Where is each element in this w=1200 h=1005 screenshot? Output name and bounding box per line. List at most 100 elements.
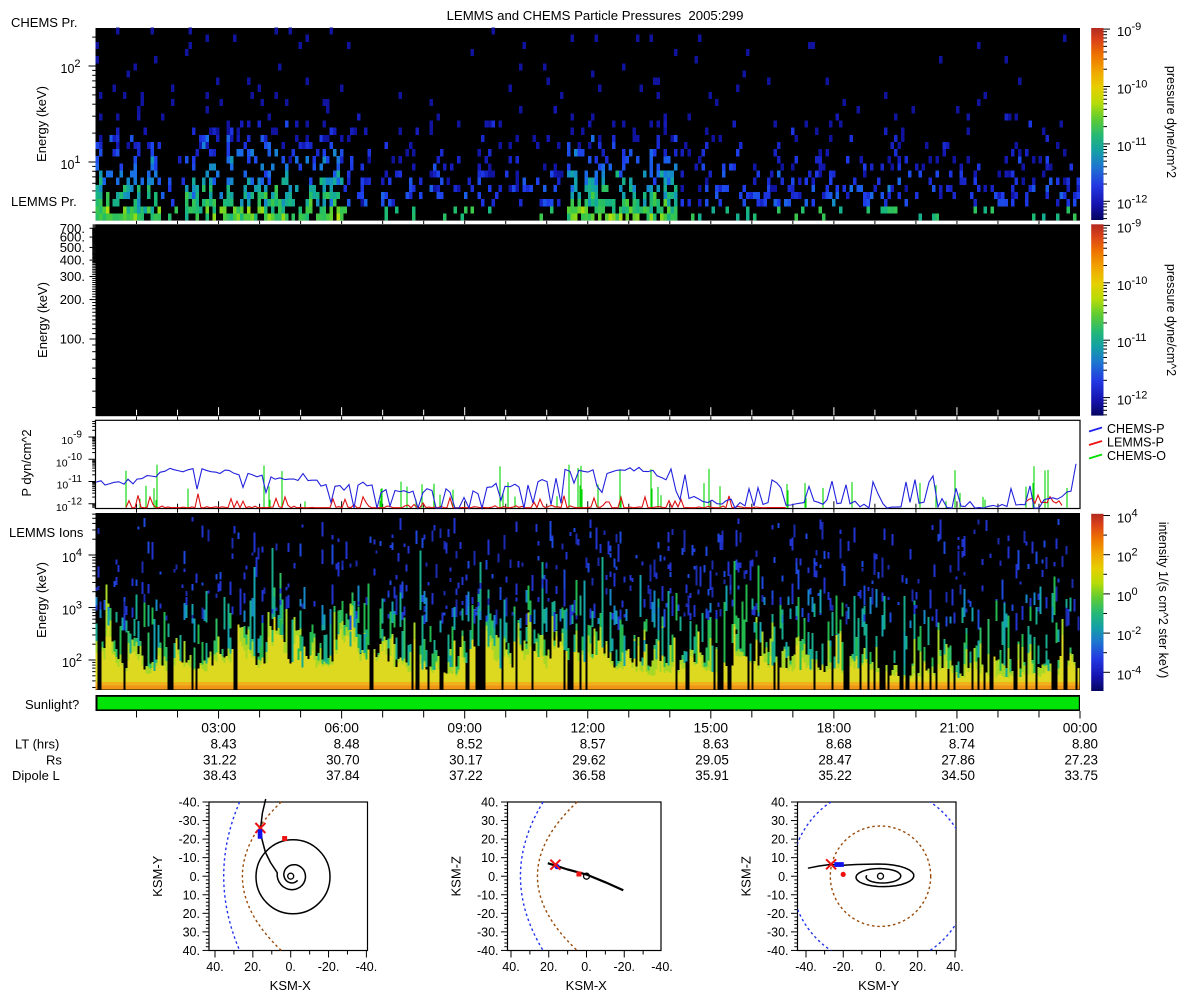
svg-text:-20.: -20. — [477, 907, 499, 921]
svg-text:0.: 0. — [488, 870, 498, 884]
svg-text:0.: 0. — [581, 960, 591, 974]
svg-text:CHEMS Pr.: CHEMS Pr. — [11, 15, 77, 30]
svg-text:0.: 0. — [190, 870, 200, 884]
svg-text:8.43: 8.43 — [210, 737, 236, 752]
svg-text:00:00: 00:00 — [1063, 721, 1098, 736]
svg-text:06:00: 06:00 — [324, 721, 359, 736]
svg-text:Rs: Rs — [46, 753, 62, 768]
svg-text:20.: 20. — [244, 960, 261, 974]
svg-text:10.: 10. — [183, 888, 200, 902]
svg-text:pressure dyne/cm^2: pressure dyne/cm^2 — [1164, 66, 1178, 178]
svg-text:34.50: 34.50 — [941, 768, 975, 783]
svg-text:-20.: -20. — [178, 833, 200, 847]
svg-text:18:00: 18:00 — [817, 721, 852, 736]
svg-text:27.23: 27.23 — [1064, 753, 1098, 768]
svg-text:35.91: 35.91 — [695, 768, 729, 783]
svg-text:-30.: -30. — [767, 925, 789, 939]
svg-text:20.: 20. — [540, 960, 557, 974]
svg-text:21:00: 21:00 — [940, 721, 975, 736]
svg-text:40.: 40. — [206, 960, 223, 974]
svg-text:LT (hrs): LT (hrs) — [15, 737, 59, 752]
svg-text:38.43: 38.43 — [203, 768, 237, 783]
svg-text:LEMMS Pr.: LEMMS Pr. — [11, 194, 77, 209]
svg-text:KSM-Y: KSM-Y — [150, 855, 165, 897]
svg-text:Energy (keV): Energy (keV) — [35, 282, 50, 358]
svg-text:KSM-X: KSM-X — [270, 978, 312, 993]
svg-text:300.: 300. — [60, 269, 85, 284]
svg-text:03:00: 03:00 — [201, 721, 236, 736]
svg-text:8.57: 8.57 — [580, 737, 606, 752]
svg-text:LEMMS-P: LEMMS-P — [1107, 436, 1164, 450]
svg-text:100.: 100. — [60, 332, 85, 347]
svg-text:20.: 20. — [481, 833, 498, 847]
svg-text:40.: 40. — [771, 796, 788, 810]
svg-text:-10.: -10. — [477, 888, 499, 902]
svg-text:36.58: 36.58 — [572, 768, 606, 783]
svg-text:30.17: 30.17 — [449, 753, 483, 768]
svg-text:10.: 10. — [771, 851, 788, 865]
svg-text:P dyn/cm^2: P dyn/cm^2 — [19, 429, 34, 496]
svg-text:8.63: 8.63 — [703, 737, 729, 752]
svg-text:-40.: -40. — [767, 944, 789, 958]
svg-text:-20.: -20. — [832, 960, 854, 974]
svg-text:CHEMS-P: CHEMS-P — [1107, 422, 1165, 436]
svg-text:20.: 20. — [771, 833, 788, 847]
svg-text:-40.: -40. — [178, 796, 200, 810]
svg-text:09:00: 09:00 — [447, 721, 482, 736]
svg-text:15:00: 15:00 — [694, 721, 729, 736]
svg-text:40.: 40. — [946, 960, 963, 974]
svg-text:-10.: -10. — [767, 888, 789, 902]
svg-text:LEMMS and CHEMS Particle Press: LEMMS and CHEMS Particle Pressures 2005:… — [447, 8, 744, 23]
svg-text:30.: 30. — [183, 925, 200, 939]
svg-text:28.47: 28.47 — [818, 753, 852, 768]
svg-text:8.68: 8.68 — [826, 737, 852, 752]
svg-text:Energy (keV): Energy (keV) — [34, 86, 49, 162]
svg-text:40.: 40. — [481, 796, 498, 810]
svg-text:37.84: 37.84 — [326, 768, 360, 783]
svg-text:8.48: 8.48 — [334, 737, 360, 752]
svg-text:0.: 0. — [285, 960, 295, 974]
svg-text:29.05: 29.05 — [695, 753, 729, 768]
svg-text:30.: 30. — [771, 814, 788, 828]
svg-text:-40.: -40. — [356, 960, 378, 974]
svg-text:200.: 200. — [60, 292, 85, 307]
svg-text:20.: 20. — [909, 960, 926, 974]
svg-text:40.: 40. — [502, 960, 519, 974]
svg-text:KSM-Z: KSM-Z — [449, 856, 464, 897]
svg-text:KSM-Z: KSM-Z — [739, 856, 754, 897]
svg-text:10.: 10. — [481, 851, 498, 865]
svg-text:-40.: -40. — [795, 960, 817, 974]
svg-text:KSM-X: KSM-X — [566, 978, 608, 993]
svg-text:8.52: 8.52 — [457, 737, 483, 752]
svg-text:35.22: 35.22 — [818, 768, 852, 783]
svg-text:-40.: -40. — [477, 944, 499, 958]
svg-text:31.22: 31.22 — [203, 753, 237, 768]
svg-text:20.: 20. — [183, 907, 200, 921]
svg-text:37.22: 37.22 — [449, 768, 483, 783]
svg-text:700.: 700. — [60, 221, 85, 236]
svg-text:12:00: 12:00 — [570, 721, 605, 736]
svg-text:33.75: 33.75 — [1064, 768, 1098, 783]
svg-text:Dipole L: Dipole L — [12, 768, 60, 783]
svg-text:8.80: 8.80 — [1072, 737, 1098, 752]
svg-text:-20.: -20. — [767, 907, 789, 921]
svg-text:Energy (keV): Energy (keV) — [34, 562, 49, 638]
svg-text:-20.: -20. — [318, 960, 340, 974]
svg-text:30.: 30. — [481, 814, 498, 828]
svg-text:LEMMS Ions: LEMMS Ions — [9, 525, 84, 540]
svg-text:-30.: -30. — [477, 925, 499, 939]
svg-text:0.: 0. — [778, 870, 788, 884]
svg-text:-30.: -30. — [178, 814, 200, 828]
svg-text:intensity 1/(s cm^2 ster keV): intensity 1/(s cm^2 ster keV) — [1156, 522, 1170, 679]
svg-text:27.86: 27.86 — [941, 753, 975, 768]
svg-text:8.74: 8.74 — [949, 737, 976, 752]
svg-text:KSM-Y: KSM-Y — [858, 978, 900, 993]
svg-text:40.: 40. — [183, 944, 200, 958]
svg-text:Sunlight?: Sunlight? — [25, 697, 79, 712]
svg-text:29.62: 29.62 — [572, 753, 606, 768]
svg-text:0.: 0. — [875, 960, 885, 974]
svg-text:CHEMS-O: CHEMS-O — [1107, 449, 1166, 463]
svg-text:-10.: -10. — [178, 851, 200, 865]
svg-text:-20.: -20. — [613, 960, 635, 974]
svg-text:-40.: -40. — [651, 960, 673, 974]
